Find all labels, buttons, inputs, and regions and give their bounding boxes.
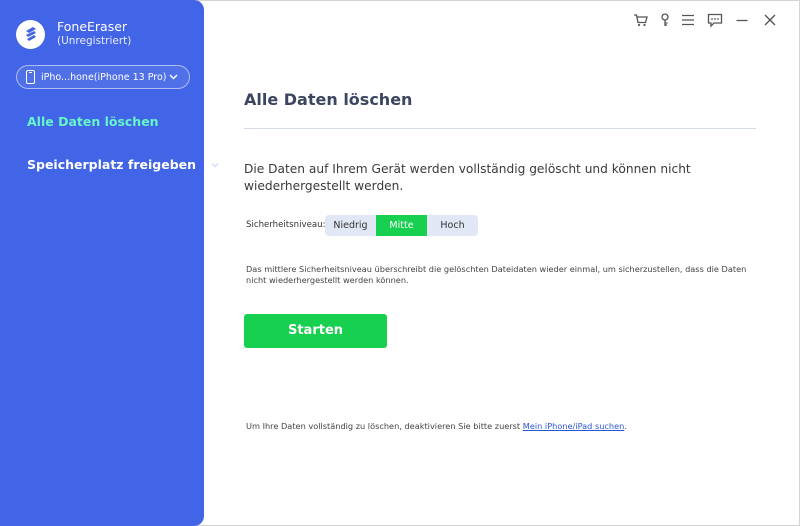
app-name: FoneEraser (57, 19, 128, 34)
registration-status: (Unregistriert) (57, 35, 132, 47)
sidebar-item-erase-all[interactable]: Alle Daten löschen (27, 114, 159, 129)
device-selector[interactable]: iPho...hone(iPhone 13 Pro) (16, 65, 190, 89)
chevron-down-icon (169, 74, 178, 80)
sidebar-item-label: Speicherplatz freigeben (27, 157, 197, 172)
brand: FoneEraser (Unregistriert) (16, 18, 131, 50)
find-my-iphone-link[interactable]: Mein iPhone/iPad suchen (523, 421, 625, 431)
app-logo-icon (16, 19, 45, 49)
phone-icon (26, 70, 35, 84)
menu-icon[interactable] (679, 11, 697, 29)
erase-description: Die Daten auf Ihrem Gerät werden vollstä… (244, 162, 691, 193)
page-title: Alle Daten löschen (244, 90, 413, 109)
level-option-high[interactable]: Hoch (427, 215, 478, 236)
close-icon[interactable] (761, 11, 779, 29)
level-option-low[interactable]: Niedrig (325, 215, 376, 236)
sidebar-item-free-space[interactable]: Speicherplatz freigeben (27, 157, 220, 172)
level-option-medium[interactable]: Mitte (376, 215, 427, 236)
footer-end: . (624, 421, 627, 431)
sidebar: FoneEraser (Unregistriert) iPho...hone(i… (0, 0, 219, 526)
feedback-icon[interactable] (706, 11, 724, 29)
security-level-selector: Niedrig Mitte Hoch (325, 215, 478, 236)
footer-text: Um Ihre Daten vollständig zu löschen, de… (246, 421, 523, 431)
footer-hint: Um Ihre Daten vollständig zu löschen, de… (246, 421, 627, 431)
chevron-down-icon (211, 162, 219, 167)
minimize-icon[interactable] (733, 11, 751, 29)
device-label: iPho...hone(iPhone 13 Pro) (41, 71, 167, 83)
key-icon[interactable] (656, 11, 674, 29)
title-divider (244, 128, 756, 129)
start-button[interactable]: Starten (244, 314, 387, 348)
cart-icon[interactable] (632, 11, 650, 29)
security-level-note: Das mittlere Sicherheitsniveau überschre… (246, 264, 747, 285)
security-level-label: Sicherheitsniveau: (246, 220, 326, 230)
